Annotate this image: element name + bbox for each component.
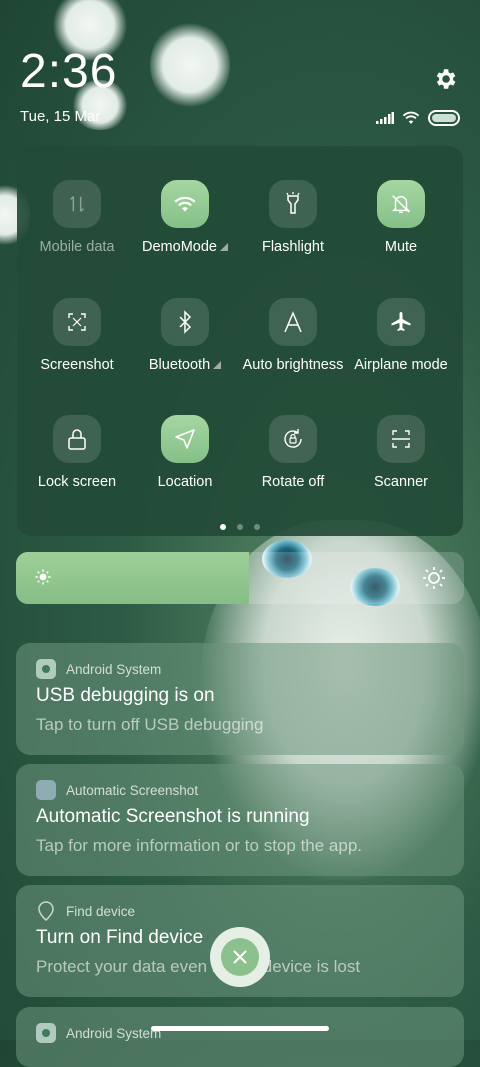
tile-label: Scanner (373, 474, 428, 490)
brightness-high-icon (423, 567, 445, 589)
wifi-icon (161, 180, 209, 228)
tile-label: DemoMode (142, 239, 217, 255)
android-system-icon (36, 659, 56, 679)
bluetooth-icon (161, 298, 209, 346)
tile-demomode[interactable]: DemoMode (131, 180, 239, 255)
tile-bluetooth[interactable]: Bluetooth (131, 298, 239, 373)
notification-app-name: Android System (66, 1025, 162, 1041)
tile-label: Flashlight (261, 239, 325, 255)
notification-title: USB debugging is on (36, 685, 215, 706)
auto-brightness-icon (269, 298, 317, 346)
screenshot-icon (53, 298, 101, 346)
tile-label: Rotate off (261, 474, 325, 490)
expand-triangle-icon (213, 361, 222, 369)
rotate-lock-icon (269, 415, 317, 463)
notification-body: Tap to turn off USB debugging (36, 715, 264, 734)
tile-mobile-data[interactable]: Mobile data (23, 180, 131, 255)
airplane-icon (377, 298, 425, 346)
tile-screenshot[interactable]: Screenshot (23, 298, 131, 373)
tile-label: Auto brightness (242, 357, 344, 373)
location-icon (161, 415, 209, 463)
signal-icon (376, 112, 394, 124)
notification-app-name: Find device (66, 903, 136, 919)
notification-title: Turn on Find device (36, 927, 204, 948)
scanner-icon (377, 415, 425, 463)
quick-settings-panel: Mobile data DemoMode Flashlight Mute Scr… (17, 146, 463, 536)
tile-auto-brightness[interactable]: Auto brightness (239, 298, 347, 373)
android-system-icon (36, 1023, 56, 1043)
tile-mute[interactable]: Mute (347, 180, 455, 255)
notification-app-name: Automatic Screenshot (66, 782, 199, 798)
notification-usb-debugging[interactable]: Android System USB debugging is on Tap t… (16, 643, 464, 755)
tile-flashlight[interactable]: Flashlight (239, 180, 347, 255)
mobile-data-icon (53, 180, 101, 228)
page-dot (237, 524, 243, 530)
home-gesture-bar[interactable] (151, 1026, 329, 1031)
notification-body: Tap for more information or to stop the … (36, 836, 363, 855)
close-icon (233, 950, 247, 964)
tile-label: Airplane mode (354, 357, 448, 373)
battery-icon (428, 110, 460, 126)
tile-label: Bluetooth (148, 357, 211, 373)
tile-label: Mute (384, 239, 418, 255)
tile-location[interactable]: Location (131, 415, 239, 490)
system-icons (376, 110, 460, 126)
page-indicator (17, 524, 463, 530)
tile-label: Screenshot (40, 357, 114, 373)
tile-label: Mobile data (39, 239, 115, 255)
page-dot (254, 524, 260, 530)
notification-automatic-screenshot[interactable]: Automatic Screenshot Automatic Screensho… (16, 764, 464, 876)
expand-triangle-icon (219, 243, 228, 251)
tile-scanner[interactable]: Scanner (347, 415, 455, 490)
clear-all-notifications-button[interactable] (210, 927, 270, 987)
tile-label: Location (157, 474, 213, 490)
tile-lock-screen[interactable]: Lock screen (23, 415, 131, 490)
tile-airplane-mode[interactable]: Airplane mode (347, 298, 455, 373)
flashlight-icon (269, 180, 317, 228)
clock: 2:36 (20, 45, 118, 98)
find-device-icon (36, 901, 56, 921)
wifi-status-icon (402, 111, 420, 124)
automatic-screenshot-app-icon (36, 780, 56, 800)
bell-off-icon (377, 180, 425, 228)
brightness-slider[interactable] (16, 552, 464, 604)
notification-body: Protect your data even if your device is… (36, 957, 361, 976)
brightness-low-icon (35, 569, 51, 585)
settings-gear-icon[interactable] (432, 66, 458, 92)
notification-title: Automatic Screenshot is running (36, 806, 310, 827)
tile-label: Lock screen (37, 474, 117, 490)
tile-rotate-off[interactable]: Rotate off (239, 415, 347, 490)
page-dot (220, 524, 226, 530)
lock-icon (53, 415, 101, 463)
notification-android-system[interactable]: Android System (16, 1007, 464, 1067)
notification-app-name: Android System (66, 661, 162, 677)
status-bar: 2:36 Tue, 15 Mar (0, 0, 480, 140)
date: Tue, 15 Mar (20, 108, 101, 125)
